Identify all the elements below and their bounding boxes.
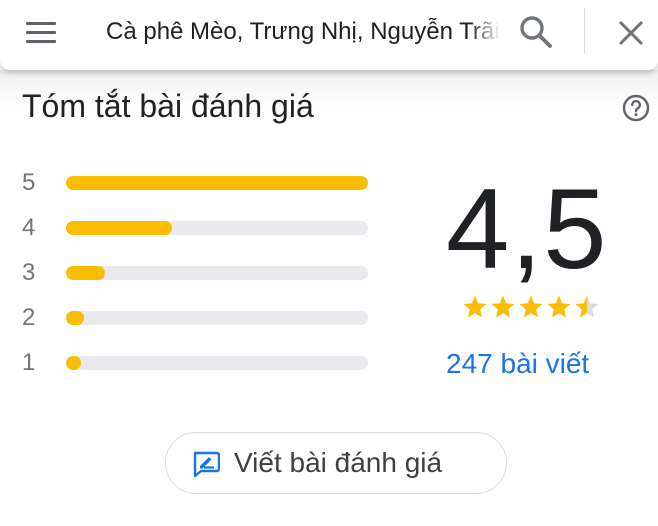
rating-row-1[interactable]: 1: [20, 348, 380, 378]
rating-row-label: 5: [22, 169, 36, 196]
help-icon[interactable]: [622, 94, 650, 122]
summary-title: Tóm tắt bài đánh giá: [22, 88, 314, 124]
rating-row-5[interactable]: 5: [20, 168, 380, 198]
rating-row-label: 4: [22, 214, 36, 241]
rating-row-label: 2: [22, 304, 36, 331]
star-icon: [575, 295, 599, 318]
rating-row-2[interactable]: 2: [20, 303, 380, 333]
search-bar: [0, 0, 658, 70]
rating-row-label: 1: [22, 349, 36, 376]
rating-bar-track: [66, 221, 368, 235]
menu-icon[interactable]: [24, 18, 58, 48]
rating-row-4[interactable]: 4: [20, 213, 380, 243]
star-icon: [547, 295, 571, 318]
rating-bar-fill: [66, 311, 84, 325]
write-review-button[interactable]: Viết bài đánh giá: [165, 432, 507, 494]
search-icon[interactable]: [518, 14, 554, 50]
star-icon: [463, 295, 487, 318]
rating-bar-fill: [66, 266, 105, 280]
average-rating: 4,5: [446, 166, 608, 293]
rating-bar-fill: [66, 176, 368, 190]
rating-row-label: 3: [22, 259, 36, 286]
rating-bar-track: [66, 176, 368, 190]
write-review-icon: [193, 451, 220, 477]
rating-bar-fill: [66, 221, 172, 235]
rating-bar-track: [66, 356, 368, 370]
rating-bar-track: [66, 266, 368, 280]
write-review-label: Viết bài đánh giá: [234, 447, 443, 478]
search-bar-divider: [584, 8, 585, 54]
review-count-link[interactable]: 247 bài viết: [446, 348, 589, 380]
star-icon: [519, 295, 543, 318]
rating-row-3[interactable]: 3: [20, 258, 380, 288]
rating-bar-track: [66, 311, 368, 325]
rating-bar-fill: [66, 356, 81, 370]
search-input[interactable]: [106, 14, 498, 50]
close-icon[interactable]: [614, 16, 648, 50]
star-rating: [462, 294, 602, 324]
star-icon: [491, 295, 515, 318]
